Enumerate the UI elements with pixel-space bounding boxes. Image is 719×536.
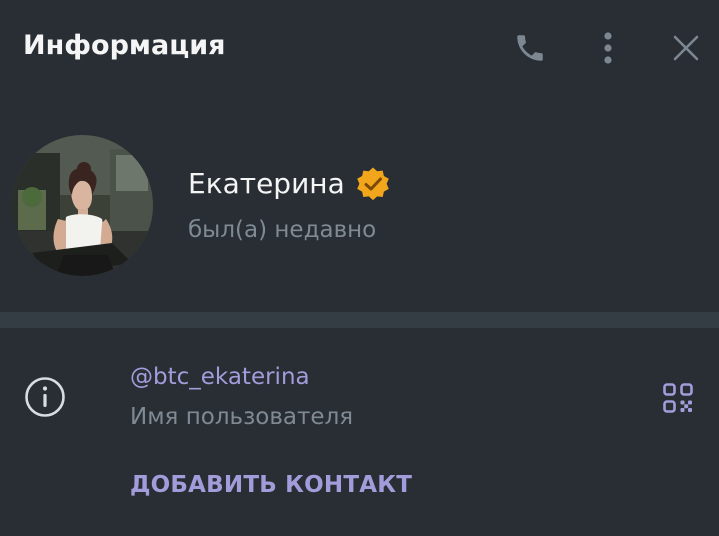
close-icon [673,35,699,61]
more-options-button[interactable] [586,26,630,70]
profile-name: Екатерина [188,167,345,200]
add-contact-button[interactable]: ДОБАВИТЬ КОНТАКТ [130,470,412,500]
qr-code-button[interactable] [656,376,700,420]
username[interactable]: @btc_ekaterina [130,362,310,392]
info-section: @btc_ekaterina Имя пользователя ДОБАВИТЬ… [0,328,719,536]
section-divider [0,312,719,328]
qr-code-icon [663,383,693,413]
name-row: Екатерина [188,166,391,202]
username-label: Имя пользователя [130,404,354,430]
call-button[interactable] [508,26,552,70]
phone-icon [517,35,543,61]
profile-info-panel: Информация Екатерина был(а) недавно @btc… [0,0,719,536]
avatar-photo [12,135,153,276]
more-vertical-icon [604,32,612,64]
last-seen-status: был(а) недавно [188,217,377,243]
profile-section: Екатерина был(а) недавно [0,94,719,312]
close-button[interactable] [664,26,708,70]
verified-badge-icon [356,167,389,201]
info-icon [25,377,65,417]
panel-title: Информация [23,30,226,61]
panel-header: Информация [0,0,719,94]
avatar[interactable] [12,135,153,276]
